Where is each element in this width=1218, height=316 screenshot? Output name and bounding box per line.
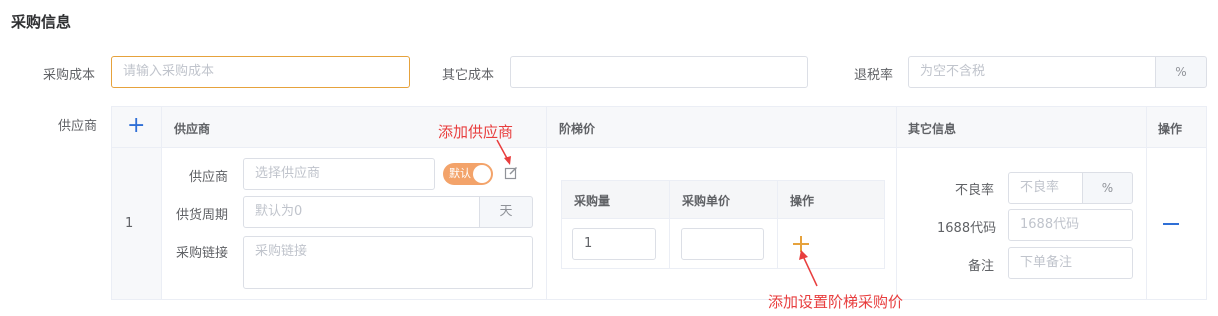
purchase-link-label: 采购链接 [176,246,229,261]
annotation-add-tiered-price: 添加设置阶梯采购价 [768,293,904,311]
supplier-label: 供应商 [58,119,98,134]
row-supplier-label: 供应商 [189,170,229,185]
code-1688-label: 1688代码 [937,221,997,236]
add-supplier-row-plus-icon[interactable]: + [127,115,145,137]
lead-time-suffix: 天 [479,196,533,228]
lead-time-label: 供货周期 [176,208,229,223]
annotation-arrow-supplier [496,139,511,165]
row-index: 1 [125,216,134,231]
th-tiered-price: 阶梯价 [559,122,596,136]
defect-rate-suffix: % [1082,172,1133,204]
defect-rate-label: 不良率 [955,183,995,198]
other-cost-label: 其它成本 [442,68,495,83]
th-supplier: 供应商 [174,122,211,136]
edit-icon[interactable] [504,166,518,180]
unit-price-input[interactable] [681,228,764,260]
remove-row-minus-icon[interactable] [1163,223,1179,225]
purchase-link-textarea[interactable]: 采购链接 [243,236,533,289]
supplier-select[interactable]: 选择供应商 [243,158,435,190]
tax-refund-input[interactable]: 为空不含税 [908,56,1156,88]
remark-label: 备注 [968,259,995,274]
section-title: 采购信息 [11,13,72,31]
th-action: 操作 [1158,122,1183,136]
tiered-price-table: 采购量 采购单价 操作 1 [561,180,885,269]
code-1688-input[interactable]: 1688代码 [1008,209,1133,241]
remark-input[interactable]: 下单备注 [1008,247,1133,279]
other-cost-input[interactable] [510,56,808,88]
purchase-cost-label: 采购成本 [43,68,96,83]
default-toggle-label: 默认 [449,167,471,180]
default-toggle[interactable]: 默认 [443,163,493,185]
purchase-cost-input[interactable]: 请输入采购成本 [111,56,410,88]
annotation-arrow-tiered [799,250,818,287]
th-tiered-action: 操作 [790,194,815,208]
lead-time-input[interactable]: 默认为0 [243,196,480,228]
th-unit-price: 采购单价 [682,194,731,208]
tax-refund-suffix: % [1155,56,1207,88]
defect-rate-input[interactable]: 不良率 [1008,172,1083,204]
th-other-info: 其它信息 [908,122,957,136]
th-purchase-qty: 采购量 [574,194,611,208]
tax-refund-label: 退税率 [854,68,894,83]
toggle-knob [473,165,491,183]
purchase-qty-input[interactable]: 1 [572,228,656,260]
